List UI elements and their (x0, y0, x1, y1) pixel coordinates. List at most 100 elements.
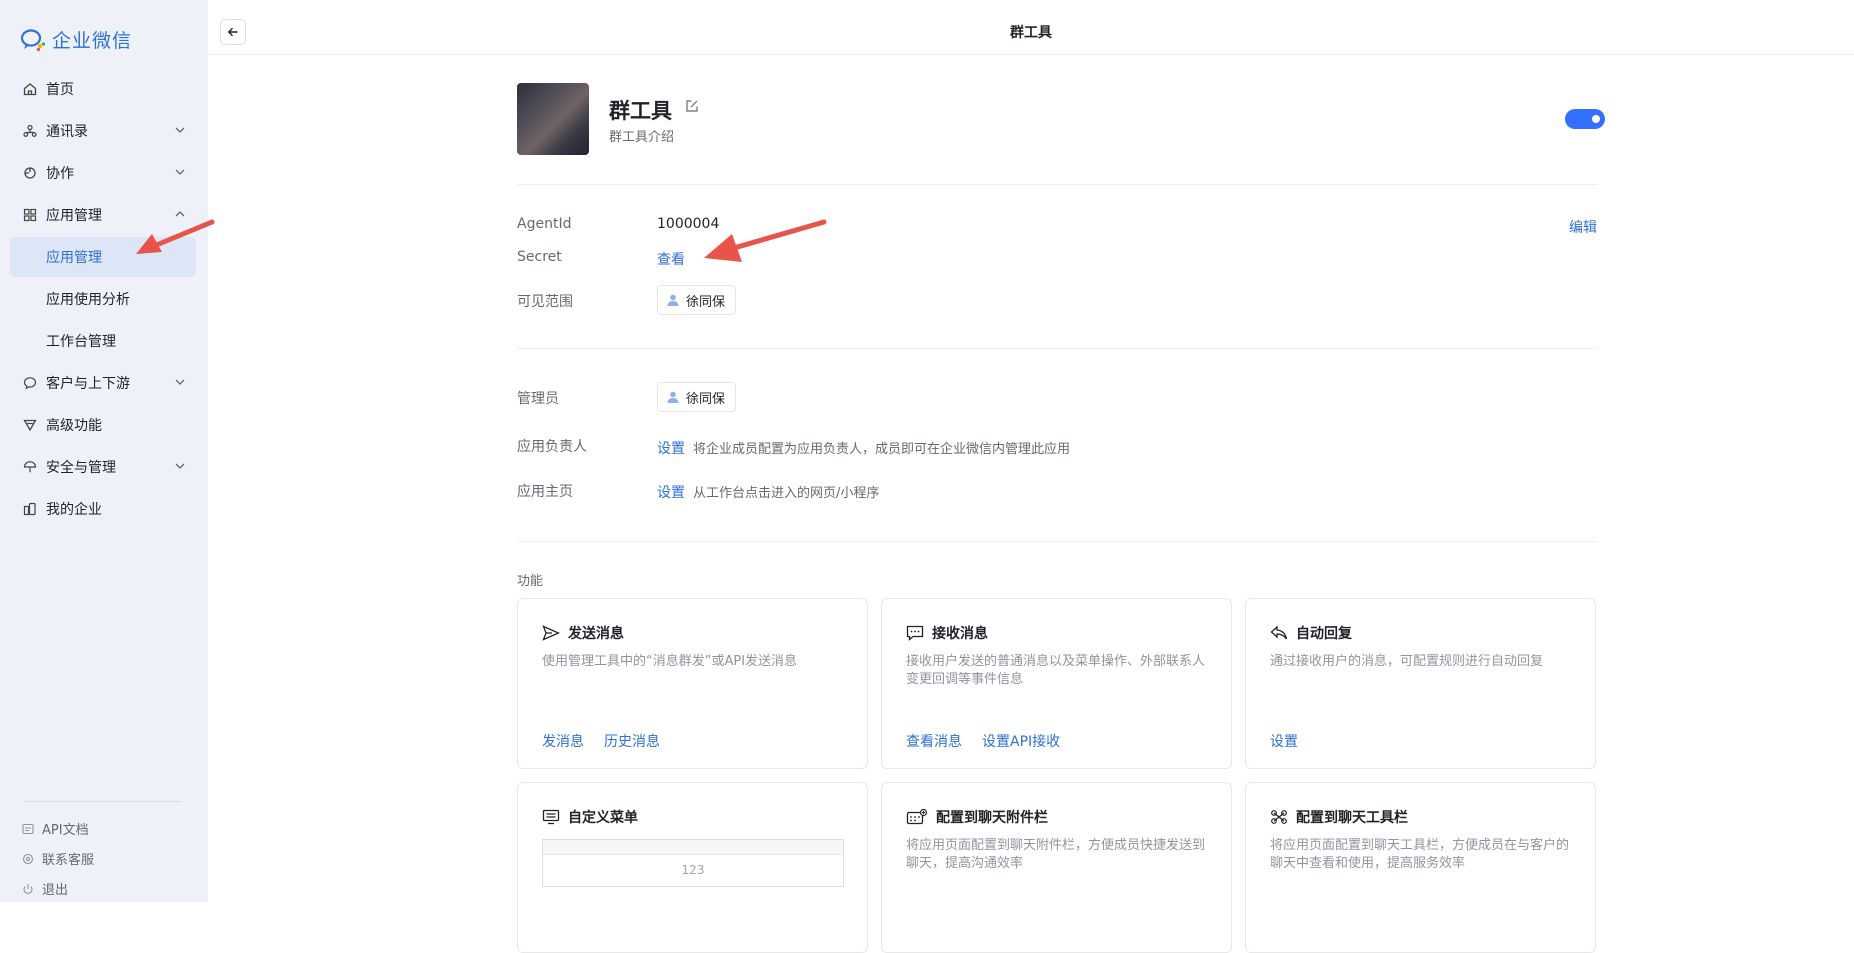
app-thumbnail (517, 83, 589, 155)
chevron-down-icon (175, 463, 185, 469)
admin-label: 管理员 (517, 391, 559, 407)
card-description: 接收用户发送的普通消息以及菜单操作、外部联系人变更回调等事件信息 (906, 654, 1206, 687)
sidebar-item-home[interactable]: 首页 (10, 69, 196, 109)
sidebar-item-advanced[interactable]: 高级功能 (10, 405, 196, 445)
edit-icon[interactable] (685, 99, 699, 113)
wecom-logo-icon (20, 28, 46, 51)
toolbar-icon (1271, 810, 1287, 824)
app-homepage-hint: 从工作台点击进入的网页/小程序 (693, 486, 880, 501)
sidebar-subitem-app-management[interactable]: 应用管理 (10, 237, 196, 277)
top-bar: 群工具 (208, 0, 1854, 55)
sidebar-divider (24, 801, 182, 802)
card-header: 配置到聊天工具栏 (1270, 807, 1408, 827)
home-icon (22, 81, 38, 97)
apps-icon (22, 207, 38, 223)
brand-logo[interactable]: 企业微信 (20, 26, 132, 53)
app-owner-label: 应用负责人 (517, 439, 587, 455)
visible-user-chip[interactable]: 徐同保 (657, 285, 737, 315)
brand-name: 企业微信 (52, 30, 133, 52)
page-title: 群工具 (1010, 25, 1052, 41)
send-message-link[interactable]: 发消息 (542, 731, 584, 751)
card-actions: 发消息 历史消息 (542, 731, 660, 751)
sidebar-item-label: 应用管理 (46, 208, 102, 224)
chevron-down-icon (175, 379, 185, 385)
feature-card-auto-reply: 自动回复 通过接收用户的消息，可配置规则进行自动回复 设置 (1245, 598, 1596, 769)
sidebar-item-label: 客户与上下游 (46, 376, 130, 392)
feature-card-chat-attachment: 配置到聊天附件栏 将应用页面配置到聊天附件栏，方便成员快捷发送到聊天，提高沟通效… (881, 782, 1232, 953)
agentid-value: 1000004 (657, 216, 720, 232)
app-description: 群工具介绍 (609, 130, 675, 145)
history-message-link[interactable]: 历史消息 (604, 731, 660, 751)
app-homepage-set-link[interactable]: 设置 (657, 485, 685, 501)
chip-label: 徐同保 (686, 294, 726, 310)
features-section-title: 功能 (517, 574, 544, 589)
view-messages-link[interactable]: 查看消息 (906, 731, 962, 751)
edit-link[interactable]: 编辑 (1569, 217, 1597, 237)
sidebar-item-label: 通讯录 (46, 124, 88, 140)
reply-icon (1270, 625, 1288, 640)
chip-label: 徐同保 (686, 391, 726, 407)
divider (517, 184, 1597, 185)
feature-card-send-message: 发送消息 使用管理工具中的“消息群发”或API发送消息 发消息 历史消息 (517, 598, 868, 769)
app-owner-hint: 将企业成员配置为应用负责人，成员即可在企业微信内管理此应用 (693, 442, 1071, 457)
secret-view-link[interactable]: 查看 (657, 249, 685, 269)
card-header: 自动回复 (1270, 623, 1352, 643)
sidebar-subitem-workbench[interactable]: 工作台管理 (10, 321, 196, 361)
footer-api-docs[interactable]: API文档 (22, 819, 89, 838)
auto-reply-settings-link[interactable]: 设置 (1270, 731, 1298, 751)
agentid-label: AgentId (517, 216, 572, 232)
chevron-down-icon (175, 169, 185, 175)
card-title: 自定义菜单 (568, 810, 638, 826)
app-name: 群工具 (609, 99, 672, 123)
card-description: 将应用页面配置到聊天附件栏，方便成员快捷发送到聊天，提高沟通效率 (906, 838, 1206, 871)
card-title: 配置到聊天工具栏 (1296, 810, 1408, 826)
visible-scope-label: 可见范围 (517, 294, 573, 310)
sidebar-item-label: 应用使用分析 (46, 292, 130, 308)
secret-label: Secret (517, 249, 562, 265)
sidebar-item-label: 安全与管理 (46, 460, 116, 476)
divider (517, 541, 1597, 542)
card-actions: 设置 (1270, 731, 1298, 751)
send-icon (542, 625, 560, 641)
sidebar-item-security[interactable]: 安全与管理 (10, 447, 196, 487)
sidebar-subitem-usage-analysis[interactable]: 应用使用分析 (10, 279, 196, 319)
building-icon (22, 501, 38, 517)
footer-logout[interactable]: 退出 (22, 879, 68, 898)
sidebar-item-label: 高级功能 (46, 418, 102, 434)
advanced-icon (22, 417, 38, 433)
footer-label: 退出 (42, 883, 69, 898)
app-homepage-label: 应用主页 (517, 484, 573, 500)
main-panel: 群工具 群工具 群工具介绍 AgentId 1000004 编辑 Secret … (208, 0, 1854, 953)
chat-icon (22, 375, 38, 391)
menu-icon (542, 809, 560, 825)
sidebar-item-my-company[interactable]: 我的企业 (10, 489, 196, 529)
card-description: 使用管理工具中的“消息群发”或API发送消息 (542, 654, 798, 669)
document-icon (22, 823, 34, 834)
sidebar-item-customers[interactable]: 客户与上下游 (10, 363, 196, 403)
card-actions: 查看消息 设置API接收 (906, 731, 1060, 751)
sidebar: 企业微信 首页 通讯录 协作 应用管理 应用管理 应用使用分析 工作台管理 客户… (0, 0, 208, 902)
card-description: 将应用页面配置到聊天工具栏，方便成员在与客户的聊天中查看和使用，提高服务效率 (1270, 838, 1570, 871)
divider (517, 348, 1597, 349)
sidebar-item-label: 协作 (46, 166, 74, 182)
chevron-down-icon (175, 127, 185, 133)
custom-menu-preview[interactable]: 123 (542, 839, 844, 887)
footer-contact-support[interactable]: 联系客服 (22, 849, 94, 868)
card-header: 自定义菜单 (542, 807, 638, 827)
app-owner-set-link[interactable]: 设置 (657, 441, 685, 457)
support-icon (22, 853, 34, 864)
sidebar-item-contacts[interactable]: 通讯录 (10, 111, 196, 151)
card-title: 自动回复 (1296, 626, 1352, 642)
message-icon (906, 625, 924, 641)
admin-user-chip[interactable]: 徐同保 (657, 382, 737, 412)
umbrella-icon (22, 459, 38, 475)
sidebar-item-apps[interactable]: 应用管理 (10, 195, 196, 235)
app-enable-toggle[interactable] (1565, 109, 1605, 129)
feature-card-receive-message: 接收消息 接收用户发送的普通消息以及菜单操作、外部联系人变更回调等事件信息 查看… (881, 598, 1232, 769)
sidebar-item-collab[interactable]: 协作 (10, 153, 196, 193)
footer-label: 联系客服 (42, 853, 95, 868)
feature-card-chat-toolbar: 配置到聊天工具栏 将应用页面配置到聊天工具栏，方便成员在与客户的聊天中查看和使用… (1245, 782, 1596, 953)
collab-icon (22, 165, 38, 181)
set-api-receive-link[interactable]: 设置API接收 (982, 731, 1060, 751)
contacts-icon (22, 123, 38, 139)
